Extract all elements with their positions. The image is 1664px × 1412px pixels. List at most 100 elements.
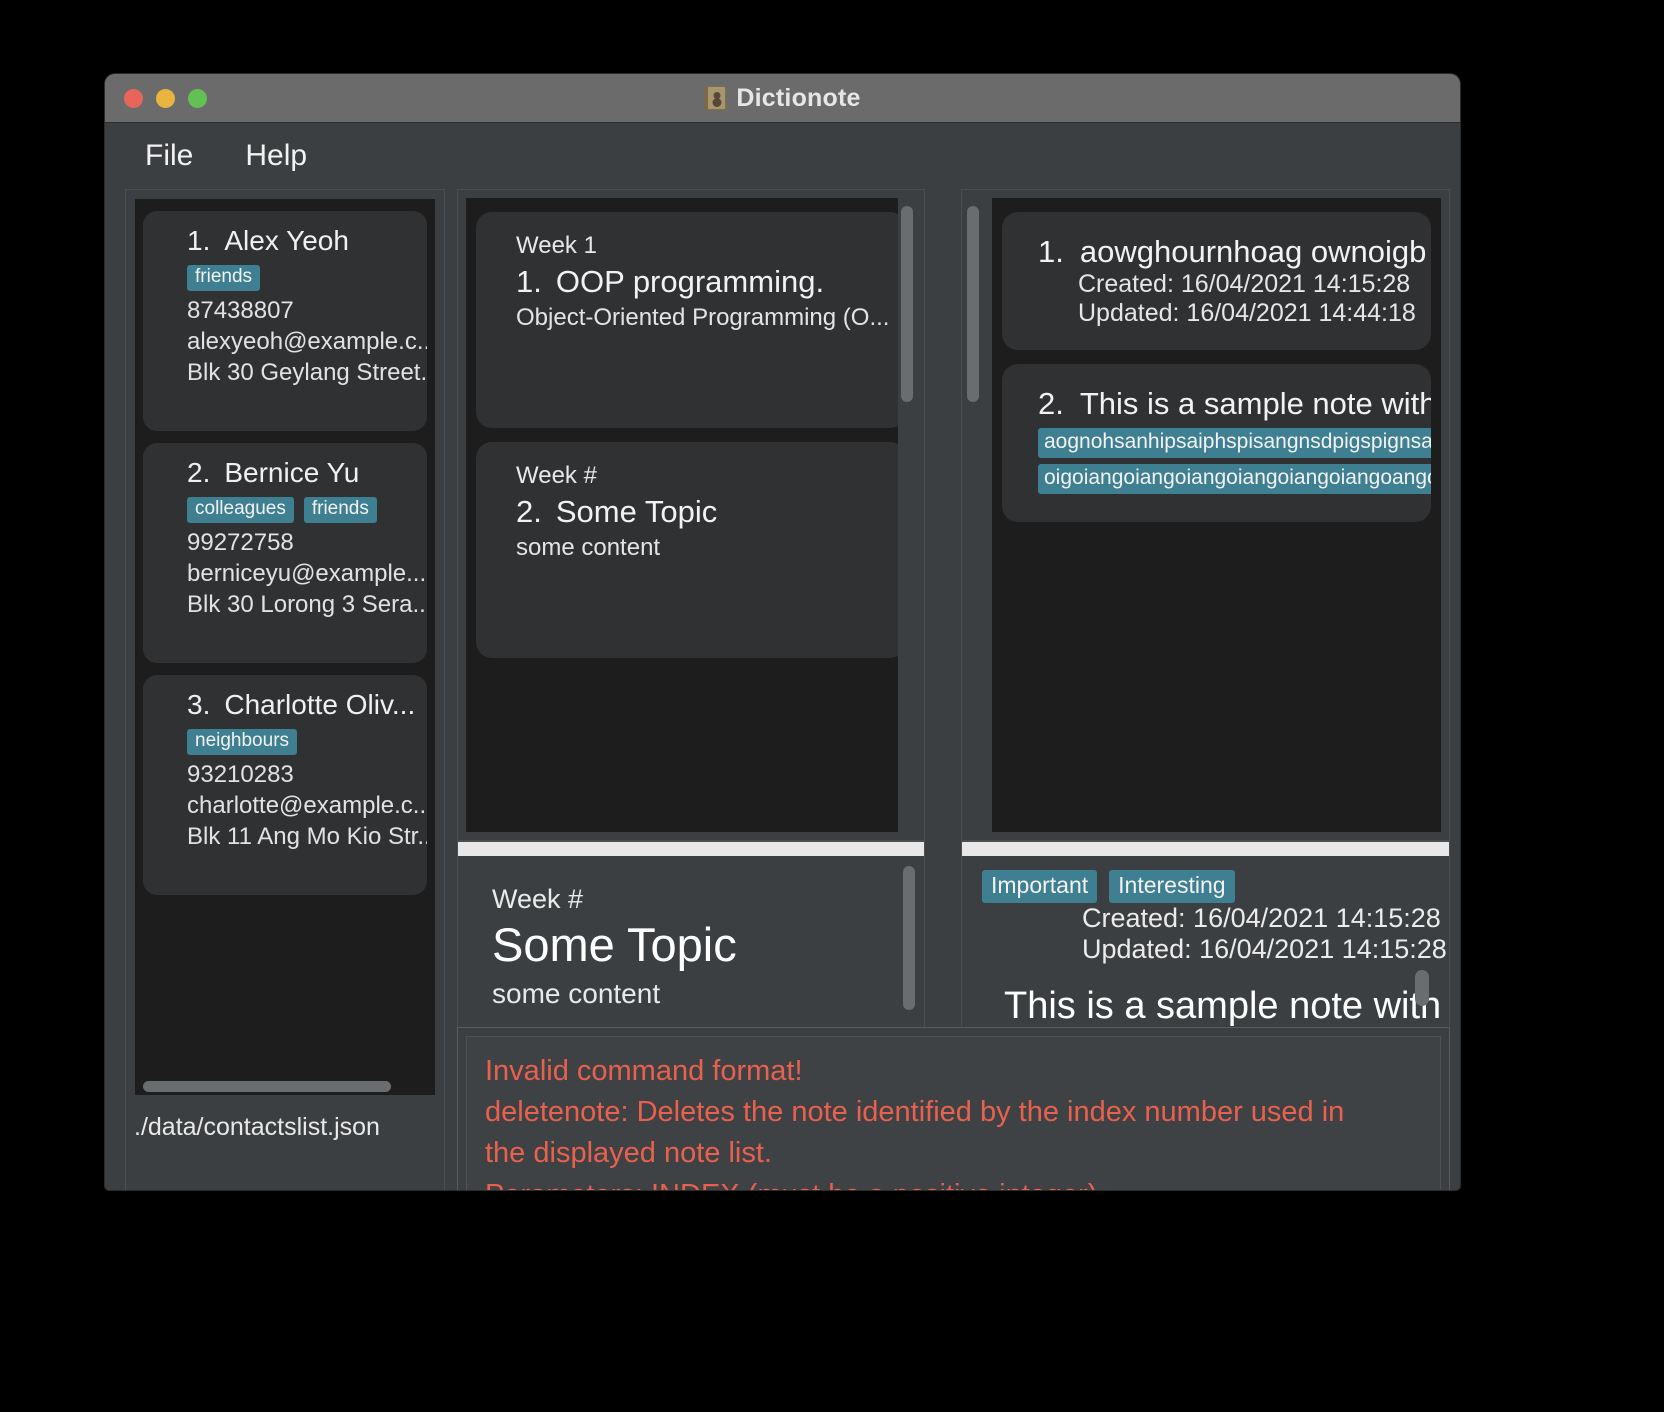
note-index: 2.: [516, 494, 542, 529]
scrollbar-thumb[interactable]: [1415, 970, 1429, 1006]
result-line: Parameters: INDEX (must be a positive in…: [485, 1175, 1422, 1190]
notes-list-panel: Week 1 1. OOP programming. Object-Oriente…: [457, 189, 925, 841]
note-detail-content-area: Week # Some Topic some content: [458, 856, 924, 1050]
contact-tags: friends: [187, 265, 411, 291]
scrollbar-thumb[interactable]: [967, 206, 979, 402]
result-line: the displayed note list.: [485, 1137, 772, 1170]
notes-list-right[interactable]: 1. aowghournhoag ownoigb Created: 16/04/2…: [992, 198, 1441, 832]
note-detail-right-title: This is a sample note with: [1004, 985, 1442, 1027]
note-detail-scrollbar[interactable]: [900, 860, 918, 1046]
contact-name: Bernice Yu: [224, 457, 360, 488]
tag-chip: neighbours: [187, 729, 298, 755]
app-window: Dictionote File Help 1. Alex Yeoh friends…: [105, 74, 1460, 1190]
note-body: some content: [516, 534, 661, 561]
note-body: Object-Oriented Programming (O...: [516, 304, 890, 331]
notes-list-right-scrollbar[interactable]: [964, 198, 982, 832]
tag-chip: Interesting: [1109, 870, 1235, 903]
note-detail-right-panel: Important Interesting Created: 16/04/202…: [961, 841, 1450, 1051]
menu-bar: File Help: [105, 123, 1460, 189]
list-item[interactable]: Week # 2. Some Topic some content: [476, 442, 906, 658]
notes-list-scrollbar[interactable]: [898, 198, 916, 832]
contact-index: 3.: [187, 689, 211, 720]
note-detail-week: Week #: [492, 884, 584, 914]
tag-chip: friends: [303, 497, 377, 523]
notes-list[interactable]: Week 1 1. OOP programming. Object-Oriente…: [466, 198, 916, 832]
contact-book-icon: [704, 86, 727, 110]
contact-name-row: 3. Charlotte Oliv...: [187, 689, 415, 721]
note-index: 2.: [1038, 386, 1064, 421]
note-detail-panel: Week # Some Topic some content: [457, 841, 925, 1051]
note-detail-created: Created: 16/04/2021 14:15:28: [1082, 903, 1441, 933]
note-tags: aognohsanhipsaiphspisangnsdpigspignsapin…: [1038, 428, 1431, 494]
notes-lists-row: Week 1 1. OOP programming. Object-Oriente…: [457, 189, 1450, 841]
tag-chip: aognohsanhipsaiphspisangnsdpigspignsapin…: [1038, 428, 1431, 458]
note-detail-tags: Important Interesting: [962, 856, 1449, 903]
note-title-row: 2. This is a sample note with one: [1038, 386, 1431, 422]
list-item[interactable]: 3. Charlotte Oliv... neighbours 93210283 …: [143, 675, 427, 895]
minimize-window-button[interactable]: [156, 88, 175, 108]
contact-name: Charlotte Oliv...: [224, 689, 416, 720]
note-week: Week #: [516, 462, 597, 489]
note-detail-right-content-area: Important Interesting Created: 16/04/202…: [962, 856, 1449, 1050]
note-detail-title: Some Topic: [492, 918, 737, 971]
list-item[interactable]: 1. aowghournhoag ownoigb Created: 16/04/2…: [1002, 212, 1431, 350]
note-created: Created: 16/04/2021 14:15:28: [1078, 270, 1411, 298]
tag-chip: oigoiangoiangoiangoiangoiangoiangoangoia…: [1038, 464, 1431, 494]
contacts-horizontal-scrollbar[interactable]: [135, 1077, 435, 1095]
contact-address: Blk 30 Lorong 3 Sera...: [187, 591, 427, 618]
tag-chip: colleagues: [187, 497, 294, 523]
contacts-panel: 1. Alex Yeoh friends 87438807 alexyeoh@ex…: [125, 189, 445, 1190]
note-detail-row: Week # Some Topic some content Important…: [457, 841, 1450, 1051]
note-detail-updated: Updated: 16/04/2021 14:15:28: [1082, 934, 1447, 964]
window-title: Dictionote: [736, 83, 861, 112]
list-item[interactable]: 2. Bernice Yu colleagues friends 99272758…: [143, 443, 427, 663]
contact-name: Alex Yeoh: [224, 225, 349, 256]
contact-email: berniceyu@example....: [187, 560, 427, 587]
contact-tags: colleagues friends: [187, 497, 411, 523]
contact-email: charlotte@example.c...: [187, 792, 427, 819]
note-detail-body: some content: [492, 978, 661, 1009]
traffic-lights: [124, 88, 207, 108]
bottom-area: Invalid command format! deletenote: Dele…: [457, 1027, 1450, 1190]
tag-chip: Important: [982, 870, 1098, 903]
close-window-button[interactable]: [124, 88, 143, 108]
menu-item-file[interactable]: File: [137, 137, 201, 175]
body-area: 1. Alex Yeoh friends 87438807 alexyeoh@ex…: [105, 189, 1460, 1190]
note-title: Some Topic: [555, 494, 718, 529]
contact-tags: neighbours: [187, 729, 411, 755]
note-updated: Updated: 16/04/2021 14:44:18: [1078, 299, 1416, 327]
note-detail-horizontal-scrollbar[interactable]: [458, 842, 924, 856]
result-display-panel: Invalid command format! deletenote: Dele…: [457, 1027, 1450, 1190]
note-index: 1.: [516, 264, 542, 299]
contact-name-row: 2. Bernice Yu: [187, 457, 411, 489]
list-item[interactable]: 1. Alex Yeoh friends 87438807 alexyeoh@ex…: [143, 211, 427, 431]
note-detail-right-horizontal-scrollbar[interactable]: [962, 842, 1449, 856]
contact-index: 2.: [187, 457, 211, 488]
window-title-group: Dictionote: [105, 84, 1460, 113]
list-item[interactable]: 2. This is a sample note with one aognohs…: [1002, 364, 1431, 522]
title-bar: Dictionote: [105, 74, 1460, 123]
result-line: deletenote: Deletes the note identified …: [485, 1096, 1345, 1129]
list-item[interactable]: Week 1 1. OOP programming. Object-Oriente…: [476, 212, 906, 428]
menu-item-help[interactable]: Help: [237, 137, 315, 175]
result-line: Invalid command format!: [485, 1055, 803, 1087]
note-title-row: 1. aowghournhoag ownoigb: [1038, 234, 1431, 270]
scrollbar-thumb[interactable]: [901, 206, 913, 402]
scrollbar-thumb[interactable]: [143, 1081, 391, 1092]
contact-address: Blk 11 Ang Mo Kio Str...: [187, 823, 427, 850]
contacts-list[interactable]: 1. Alex Yeoh friends 87438807 alexyeoh@ex…: [135, 199, 435, 1095]
tag-chip: friends: [187, 265, 261, 291]
note-title: This is a sample note with one: [1079, 386, 1431, 421]
contact-address: Blk 30 Geylang Street...: [187, 359, 427, 386]
note-week: Week 1: [516, 232, 597, 259]
save-location-label: ./data/contactslist.json: [134, 1113, 380, 1141]
note-title-row: 2. Some Topic: [516, 494, 884, 530]
maximize-window-button[interactable]: [188, 88, 207, 108]
note-title-row: 1. OOP programming.: [516, 264, 884, 300]
note-index: 1.: [1038, 234, 1064, 269]
note-title: aowghournhoag ownoigb: [1079, 234, 1427, 269]
contact-email: alexyeoh@example.c...: [187, 328, 427, 355]
scrollbar-thumb[interactable]: [903, 866, 915, 1010]
note-title: OOP programming.: [555, 264, 825, 299]
contact-name-row: 1. Alex Yeoh: [187, 225, 411, 257]
